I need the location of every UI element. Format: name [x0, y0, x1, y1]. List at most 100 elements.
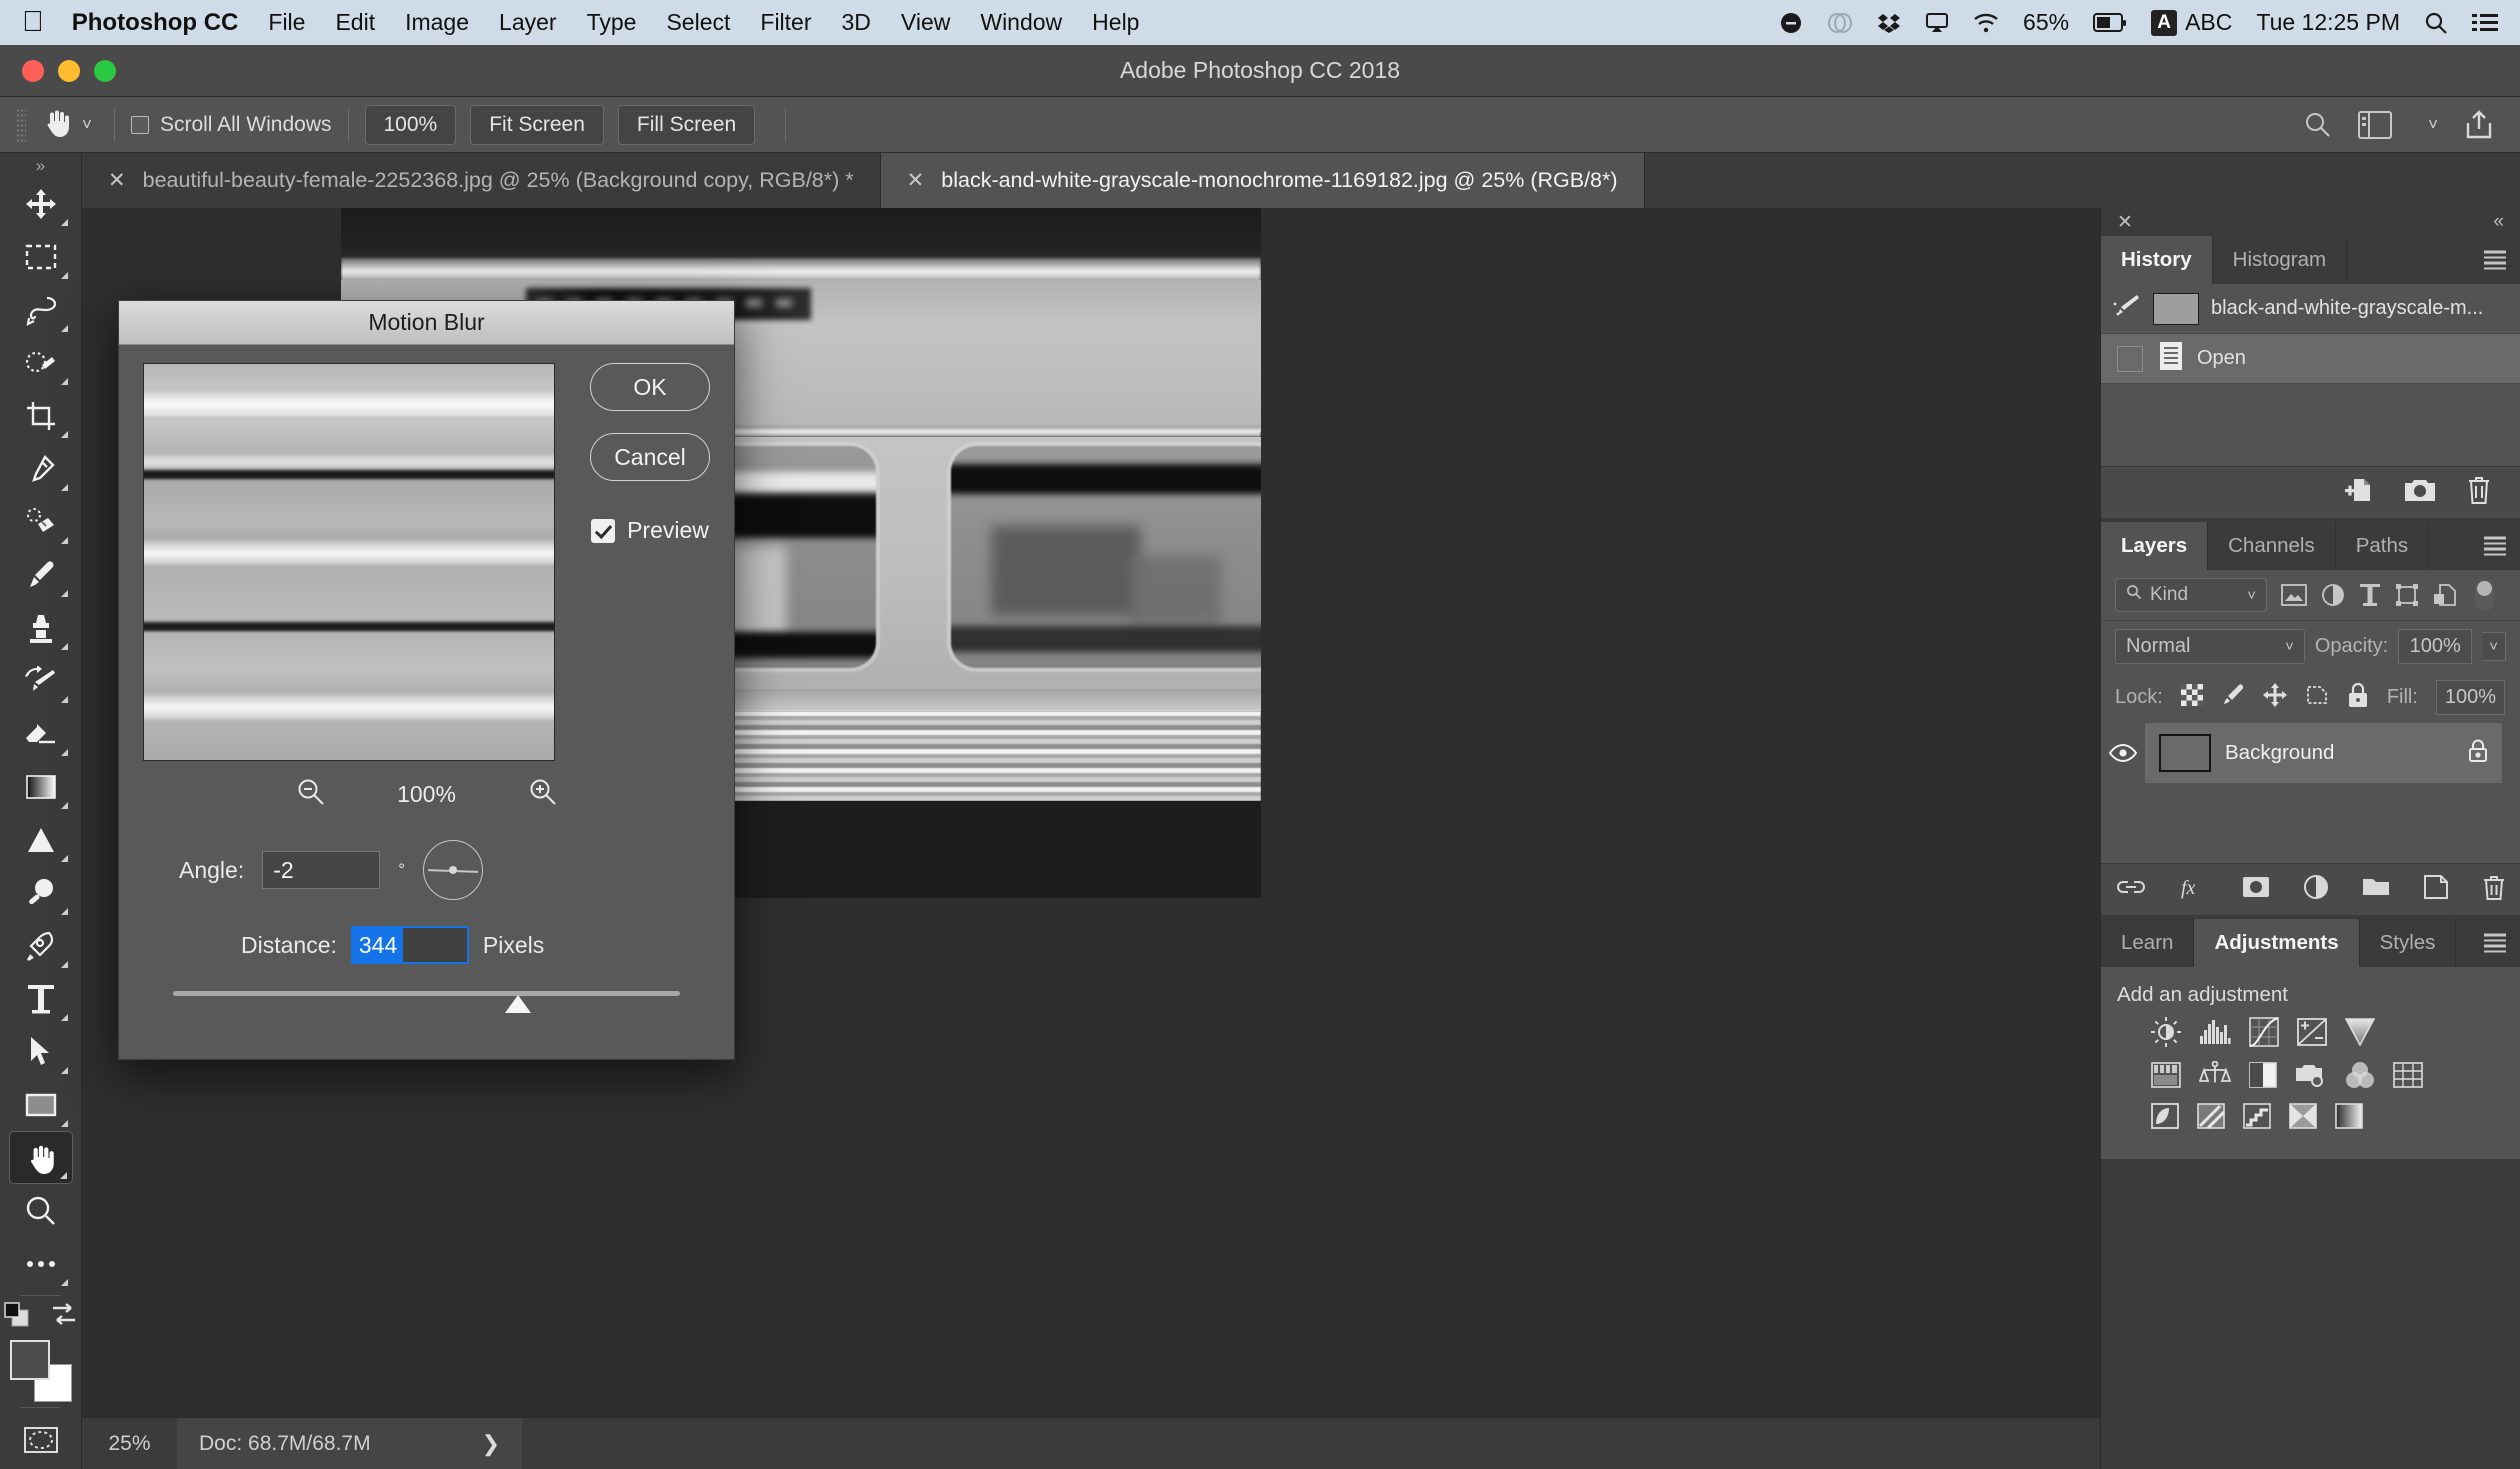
- panel-menu-icon[interactable]: [2484, 933, 2506, 953]
- color-balance-icon[interactable]: [2199, 1061, 2231, 1089]
- lock-artboard-icon[interactable]: [2305, 683, 2329, 712]
- tab-channels[interactable]: Channels: [2208, 522, 2336, 570]
- layer-row-background[interactable]: Background: [2101, 723, 2520, 783]
- pen-tool[interactable]: [9, 919, 73, 972]
- tab-learn[interactable]: Learn: [2101, 919, 2195, 967]
- layer-name[interactable]: Background: [2225, 741, 2468, 765]
- gradient-tool[interactable]: [9, 760, 73, 813]
- chevron-right-icon[interactable]: ❯: [482, 1431, 500, 1457]
- layer-filter-kind-select[interactable]: Kind ˅: [2115, 578, 2267, 612]
- motion-blur-dialog[interactable]: Motion Blur 100% Angle: -2 ° Distance: 3…: [118, 300, 735, 1060]
- document-tab-beautiful-beauty-female[interactable]: ✕ beautiful-beauty-female-2252368.jpg @ …: [82, 153, 881, 208]
- menu-layer[interactable]: Layer: [499, 9, 557, 36]
- crop-tool[interactable]: [9, 389, 73, 442]
- filter-preview[interactable]: [143, 363, 555, 761]
- zoom-tool[interactable]: [9, 1184, 73, 1237]
- tab-layers[interactable]: Layers: [2101, 522, 2209, 570]
- menu-filter[interactable]: Filter: [760, 9, 811, 36]
- menu-image[interactable]: Image: [405, 9, 469, 36]
- dropbox-icon[interactable]: [1877, 11, 1901, 35]
- levels-icon[interactable]: [2199, 1017, 2231, 1047]
- double-chevron-left-icon[interactable]: «: [2493, 211, 2504, 233]
- scroll-all-windows-checkbox[interactable]: Scroll All Windows: [130, 113, 332, 137]
- zoom-out-icon[interactable]: [296, 777, 326, 812]
- fill-value[interactable]: 100%: [2435, 680, 2506, 715]
- quick-selection-tool[interactable]: [9, 336, 73, 389]
- options-bar-grip[interactable]: [16, 107, 26, 142]
- close-icon[interactable]: ✕: [2117, 211, 2133, 234]
- brightness-contrast-icon[interactable]: [2151, 1017, 2181, 1047]
- new-group-icon[interactable]: [2362, 876, 2390, 903]
- slider-thumb[interactable]: [504, 995, 531, 1013]
- blend-mode-select[interactable]: Normal ˅: [2115, 629, 2305, 664]
- workspace-icon[interactable]: [2358, 110, 2393, 139]
- angle-dial-icon[interactable]: [423, 840, 484, 900]
- menu-3d[interactable]: 3D: [842, 9, 871, 36]
- menu-select[interactable]: Select: [666, 9, 730, 36]
- clone-stamp-tool[interactable]: [9, 601, 73, 654]
- chevron-down-icon[interactable]: ˅: [2428, 115, 2438, 135]
- delete-layer-icon[interactable]: [2482, 874, 2506, 905]
- lock-icon[interactable]: [2468, 739, 2488, 768]
- history-brush-tool[interactable]: [9, 654, 73, 707]
- lock-transparent-pixels-icon[interactable]: [2180, 684, 2203, 711]
- menu-edit[interactable]: Edit: [335, 9, 375, 36]
- wifi-icon[interactable]: [1973, 12, 1999, 34]
- zoom-100-button[interactable]: 100%: [364, 104, 457, 145]
- selective-color-icon[interactable]: [2335, 1103, 2363, 1129]
- input-source-indicator[interactable]: A ABC: [2151, 9, 2232, 36]
- filter-type-icon[interactable]: [2359, 583, 2381, 607]
- tab-paths[interactable]: Paths: [2336, 522, 2430, 570]
- new-layer-icon[interactable]: [2423, 875, 2448, 904]
- menu-file[interactable]: File: [268, 9, 305, 36]
- hue-saturation-icon[interactable]: [2151, 1061, 2181, 1089]
- chevron-down-icon[interactable]: ˅: [82, 115, 92, 135]
- gradient-map-icon[interactable]: [2289, 1103, 2317, 1129]
- opacity-value[interactable]: 100%: [2398, 629, 2473, 664]
- channel-mixer-icon[interactable]: [2345, 1061, 2375, 1089]
- color-lookup-icon[interactable]: [2393, 1061, 2423, 1089]
- tab-styles[interactable]: Styles: [2360, 919, 2457, 967]
- fill-screen-button[interactable]: Fill Screen: [617, 104, 756, 145]
- menu-view[interactable]: View: [901, 9, 950, 36]
- color-swatches[interactable]: [9, 1340, 72, 1402]
- lock-image-pixels-icon[interactable]: [2221, 683, 2245, 712]
- filter-shape-icon[interactable]: [2395, 583, 2419, 607]
- battery-icon[interactable]: [2093, 12, 2127, 33]
- angle-input[interactable]: -2: [262, 851, 381, 889]
- swap-colors-icon[interactable]: [49, 1302, 79, 1333]
- link-layers-icon[interactable]: [2116, 877, 2146, 902]
- layer-row-content[interactable]: Background: [2145, 723, 2502, 783]
- history-state-row[interactable]: Open: [2101, 334, 2520, 384]
- menu-bar-clock[interactable]: Tue 12:25 PM: [2256, 9, 2400, 36]
- airplay-icon[interactable]: [1925, 12, 1949, 34]
- rectangle-tool[interactable]: [9, 1078, 73, 1131]
- type-tool[interactable]: [9, 972, 73, 1025]
- close-icon[interactable]: ✕: [907, 168, 925, 193]
- search-icon[interactable]: [2424, 11, 2448, 35]
- document-size-indicator[interactable]: Doc: 68.7M/68.7M ❯: [177, 1418, 522, 1469]
- close-icon[interactable]: ✕: [108, 168, 126, 193]
- share-icon[interactable]: [2464, 109, 2494, 141]
- tab-history[interactable]: History: [2101, 236, 2213, 284]
- distance-slider[interactable]: [173, 986, 680, 1016]
- creative-cloud-icon[interactable]: [1827, 11, 1853, 35]
- dodge-tool[interactable]: [9, 866, 73, 919]
- ok-button[interactable]: OK: [590, 363, 710, 411]
- move-tool[interactable]: [9, 177, 73, 230]
- notification-center-icon[interactable]: [2472, 13, 2498, 33]
- filter-adjustment-icon[interactable]: [2321, 583, 2345, 607]
- history-state-row[interactable]: black-and-white-grayscale-m...: [2101, 284, 2520, 334]
- filter-pixel-icon[interactable]: [2281, 584, 2307, 606]
- path-selection-tool[interactable]: [9, 1025, 73, 1078]
- edit-toolbar-tool[interactable]: [9, 1237, 73, 1290]
- new-document-from-state-icon[interactable]: [2344, 475, 2374, 510]
- layer-style-fx-icon[interactable]: fx: [2180, 874, 2208, 905]
- blur-tool[interactable]: [9, 813, 73, 866]
- invert-icon[interactable]: [2151, 1103, 2179, 1129]
- lock-position-icon[interactable]: [2262, 683, 2287, 712]
- lock-all-icon[interactable]: [2347, 682, 2369, 713]
- new-adjustment-layer-icon[interactable]: [2303, 875, 2328, 904]
- current-tool-preset[interactable]: ˅: [42, 106, 92, 143]
- zoom-in-icon[interactable]: [528, 777, 558, 812]
